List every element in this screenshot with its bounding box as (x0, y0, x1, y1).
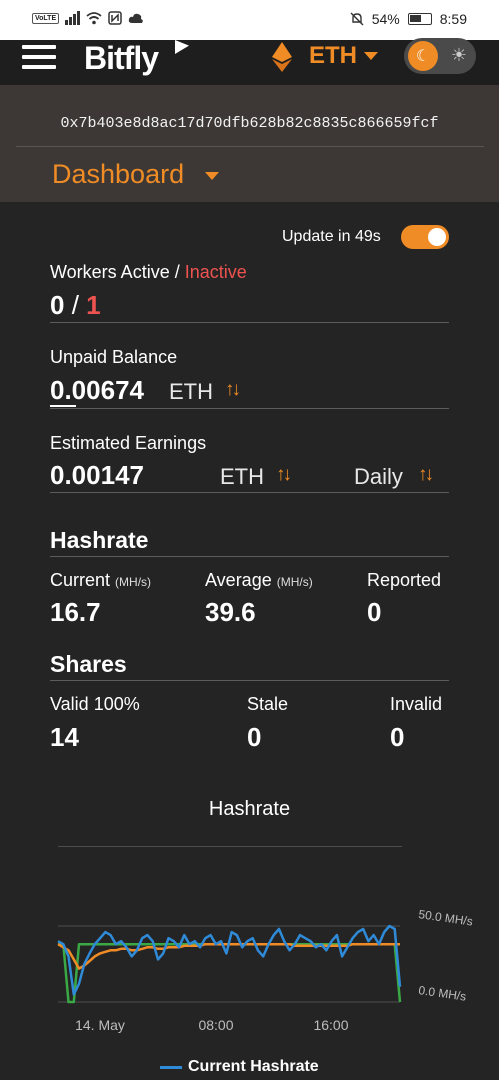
divider (50, 680, 449, 681)
valid-shares-value: 14 (50, 722, 79, 752)
y-tick-label: 50.0 MH/s (418, 907, 474, 928)
auto-update-toggle[interactable] (401, 225, 449, 249)
volte-badge: VoLTE (32, 12, 60, 24)
unpaid-sort-icon[interactable]: ↑↓ (225, 379, 241, 401)
address-header: 0x7b403e8d8ac17d70dfb628b82c8835c866659f… (0, 85, 499, 202)
moon-icon: ☾ (408, 41, 438, 71)
sun-icon: ☀ (450, 45, 467, 65)
current-label: Current (50, 570, 111, 590)
invalid-shares-label: Invalid (390, 694, 443, 714)
clock: 8:59 (439, 11, 467, 27)
status-bar: VoLTE 54% 8:59 (0, 0, 499, 40)
underline (50, 405, 76, 407)
unpaid-value: 0.00674 (50, 375, 144, 405)
theme-toggle[interactable]: ☾ ☀ (404, 38, 476, 74)
series-line-reported (58, 942, 402, 1004)
current-hashrate-label: Current (MH/s) (50, 570, 151, 591)
divider (50, 322, 449, 323)
wallet-address: 0x7b403e8d8ac17d70dfb628b82c8835c866659f… (60, 115, 439, 132)
earnings-unit-sort-icon[interactable]: ↑↓ (276, 464, 292, 486)
earnings-unit: ETH (220, 464, 264, 489)
hashrate-chart[interactable]: 50.0 MH/s 0.0 MH/s 14. May 08:00 16:00 (0, 880, 499, 1040)
workers-values: 0 / 1 (50, 290, 101, 321)
workers-active-value: 0 (50, 290, 65, 320)
divider (58, 846, 402, 847)
workers-separator: / (71, 290, 79, 320)
unpaid-unit: ETH (169, 379, 213, 404)
divider (50, 492, 449, 493)
x-tick-label: 14. May (75, 1017, 125, 1033)
chart-legend[interactable]: Current Hashrate (160, 1058, 319, 1076)
chart-title: Hashrate (208, 798, 291, 820)
reported-hashrate-label: Reported (367, 570, 442, 590)
average-unit: (MH/s) (276, 575, 313, 589)
page-menu-caret-icon[interactable] (205, 172, 219, 180)
coin-caret-icon[interactable] (364, 52, 378, 60)
cloud-icon (128, 13, 143, 23)
average-hashrate-label: Average (MH/s) (205, 570, 313, 591)
unpaid-label: Unpaid Balance (50, 347, 178, 367)
coin-selector[interactable]: ETH (309, 42, 357, 70)
invalid-shares-value: 0 (390, 722, 405, 752)
hashrate-heading: Hashrate (50, 527, 149, 553)
brand-logo[interactable]: Bitfly (84, 40, 159, 77)
current-unit: (MH/s) (115, 575, 152, 589)
average-label: Average (205, 570, 272, 590)
stale-shares-label: Stale (247, 694, 289, 714)
divider (16, 146, 484, 147)
earnings-value: 0.00147 (50, 460, 144, 490)
legend-current-label: Current Hashrate (188, 1058, 319, 1075)
x-tick-label: 08:00 (198, 1017, 233, 1033)
y-tick-label: 0.0 MH/s (418, 983, 467, 1004)
wifi-icon (86, 12, 102, 25)
current-hashrate-value: 16.7 (50, 597, 101, 627)
average-hashrate-value: 39.6 (205, 597, 256, 627)
shares-heading: Shares (50, 651, 127, 677)
app-bar: Bitfly ETH ☾ ☀ (0, 38, 499, 85)
menu-icon[interactable] (22, 45, 56, 71)
page-menu[interactable]: Dashboard (52, 159, 184, 190)
earnings-period[interactable]: Daily (354, 464, 403, 490)
update-countdown: Update in 49s (282, 228, 381, 245)
valid-shares-label: Valid 100% (50, 694, 140, 714)
earnings-label: Estimated Earnings (50, 433, 207, 453)
reported-hashrate-value: 0 (367, 597, 382, 627)
battery-percent: 54% (371, 11, 400, 27)
earnings-period-sort-icon[interactable]: ↑↓ (418, 464, 434, 486)
stale-shares-value: 0 (247, 722, 262, 752)
x-tick-label: 16:00 (313, 1017, 348, 1033)
battery-icon (407, 13, 432, 25)
brand-mark-icon (175, 40, 189, 54)
mute-icon (350, 12, 364, 26)
workers-inactive-value: 1 (86, 290, 101, 320)
ethereum-icon[interactable] (271, 42, 293, 72)
divider (50, 556, 449, 557)
signal-icon (65, 11, 81, 25)
legend-swatch-icon (160, 1065, 182, 1069)
workers-label: Workers Active / Inactive (50, 262, 247, 283)
series-line-current (57, 924, 402, 996)
workers-inactive-label: Inactive (184, 262, 247, 282)
nfc-icon (108, 11, 122, 25)
divider (50, 408, 449, 409)
workers-active-label: Workers Active / (50, 262, 185, 282)
